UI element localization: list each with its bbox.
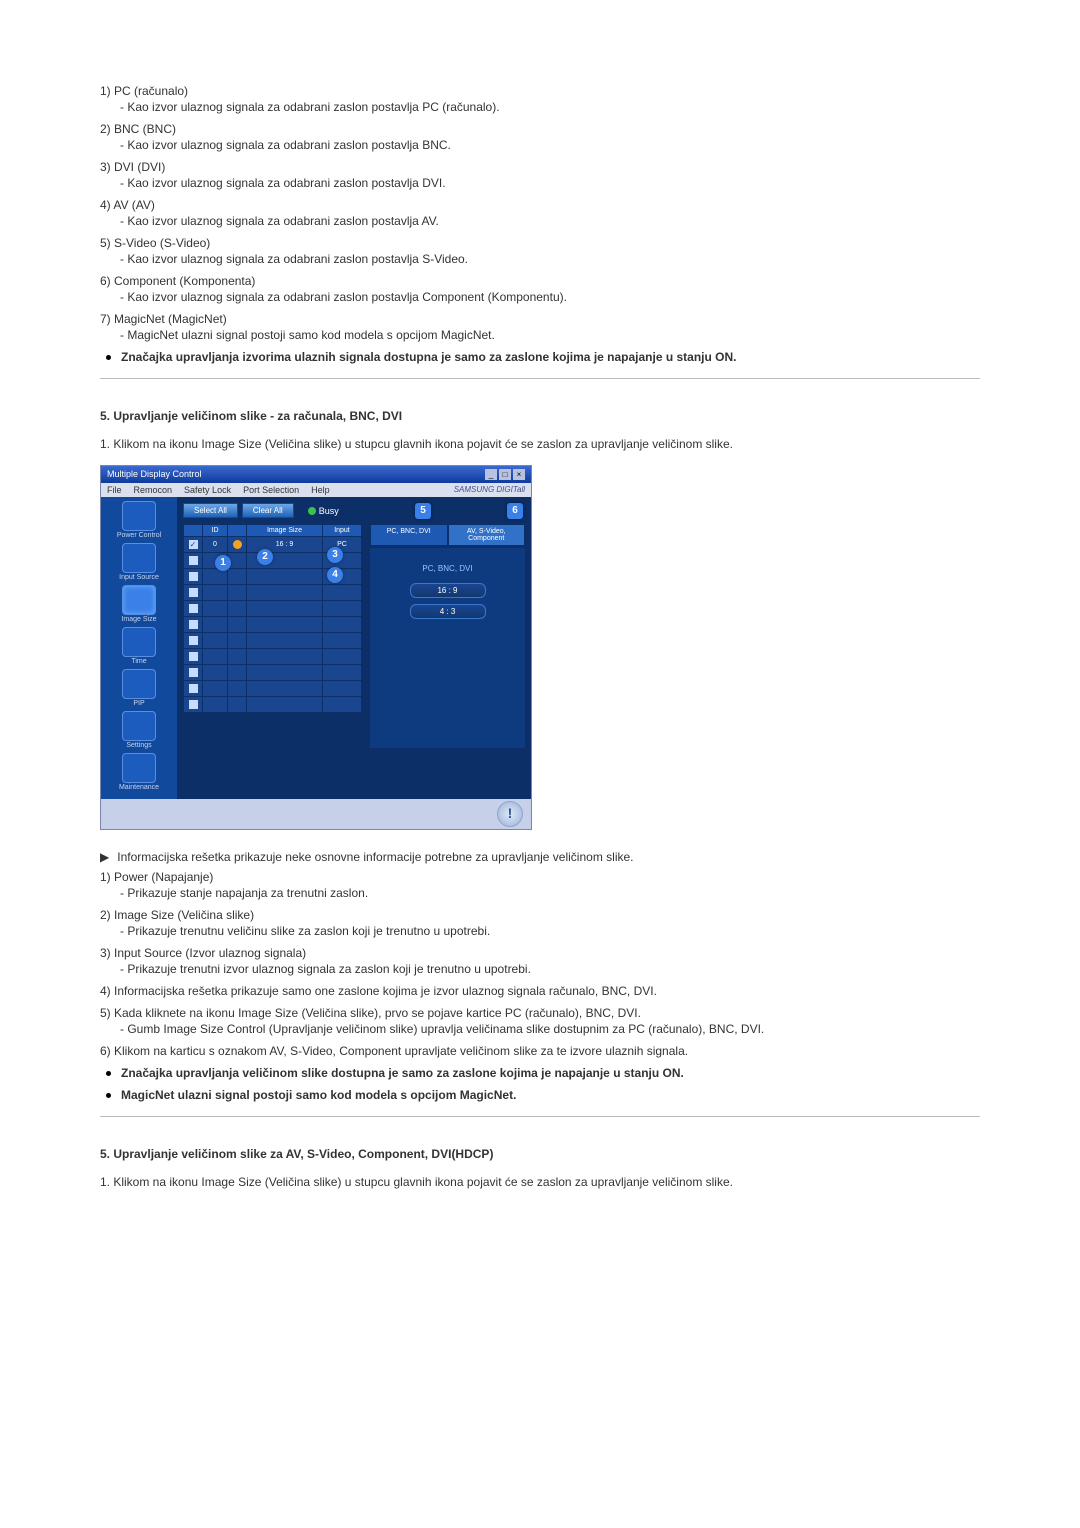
lower-6: 6) Klikom na karticu s oznakom AV, S-Vid… xyxy=(100,1044,980,1058)
source-list: 1) PC (računalo) Kao izvor ulaznog signa… xyxy=(100,84,980,342)
callout-2: 2 xyxy=(257,549,273,565)
side-settings[interactable]: Settings xyxy=(103,711,175,749)
divider xyxy=(100,378,980,379)
desc: Kao izvor ulaznog signala za odabrani za… xyxy=(120,100,980,114)
right-panel: PC, BNC, DVI AV, S-Video, Component PC, … xyxy=(370,524,525,748)
side-time[interactable]: Time xyxy=(103,627,175,665)
lower-3: 3) Input Source (Izvor ulaznog signala) … xyxy=(100,946,980,976)
menu-remocon[interactable]: Remocon xyxy=(134,485,173,495)
callout-3: 3 xyxy=(327,547,343,563)
item-svideo: 5) S-Video (S-Video) Kao izvor ulaznog s… xyxy=(100,236,980,266)
col-input: Input xyxy=(322,525,361,537)
info-arrow: ▶ Informacijska rešetka prikazuje neke o… xyxy=(100,850,980,864)
checkbox-icon[interactable] xyxy=(189,540,198,549)
lower-1: 1) Power (Napajanje) Prikazuje stanje na… xyxy=(100,870,980,900)
opt-16-9[interactable]: 16 : 9 xyxy=(410,583,486,598)
busy-icon xyxy=(308,507,316,515)
maximize-icon[interactable]: □ xyxy=(499,469,511,480)
col-id: ID xyxy=(203,525,228,537)
titlebar: Multiple Display Control _ □ × xyxy=(101,466,531,483)
sidebar: Power Control Input Source Image Size Ti… xyxy=(101,497,177,799)
lower-2: 2) Image Size (Veličina slike) Prikazuje… xyxy=(100,908,980,938)
title: PC (računalo) xyxy=(114,84,188,98)
menubar: File Remocon Safety Lock Port Selection … xyxy=(101,483,531,497)
lower-5: 5) Kada kliknete na ikonu Image Size (Ve… xyxy=(100,1006,980,1036)
select-all-button[interactable]: Select All xyxy=(183,503,238,518)
menu-safetylock[interactable]: Safety Lock xyxy=(184,485,231,495)
cell-size: 16 : 9 xyxy=(247,537,323,553)
brand-label: SAMSUNG DIGITall xyxy=(454,485,525,495)
lower-4: 4) Informacijska rešetka prikazuje samo … xyxy=(100,984,980,998)
item-component: 6) Component (Komponenta) Kao izvor ulaz… xyxy=(100,274,980,304)
col-size: Image Size xyxy=(247,525,323,537)
callout-1: 1 xyxy=(215,555,231,571)
menu-help[interactable]: Help xyxy=(311,485,330,495)
item-magicnet: 7) MagicNet (MagicNet) MagicNet ulazni s… xyxy=(100,312,980,342)
item-av: 4) AV (AV) Kao izvor ulaznog signala za … xyxy=(100,198,980,228)
busy-indicator: Busy xyxy=(308,506,339,516)
info-arrow-text: Informacijska rešetka prikazuje neke osn… xyxy=(117,850,633,864)
item-pc: 1) PC (računalo) Kao izvor ulaznog signa… xyxy=(100,84,980,114)
statusbar: ! xyxy=(101,799,531,829)
section-intro-a: 1. Klikom na ikonu Image Size (Veličina … xyxy=(100,437,980,451)
item-dvi: 3) DVI (DVI) Kao izvor ulaznog signala z… xyxy=(100,160,980,190)
minimize-icon[interactable]: _ xyxy=(485,469,497,480)
side-power[interactable]: Power Control xyxy=(103,501,175,539)
menu-portselection[interactable]: Port Selection xyxy=(243,485,299,495)
arrow-icon: ▶ xyxy=(100,850,109,864)
note-text: Značajka upravljanja izvorima ulaznih si… xyxy=(121,350,737,364)
opt-4-3[interactable]: 4 : 3 xyxy=(410,604,486,619)
side-pip[interactable]: PIP xyxy=(103,669,175,707)
clear-all-button[interactable]: Clear All xyxy=(242,503,294,518)
bullet-icon xyxy=(106,1071,111,1076)
main-panel: Select All Clear All Busy ID xyxy=(177,497,531,799)
bullet-icon xyxy=(106,1093,111,1098)
callout-5: 5 xyxy=(415,503,431,519)
item-bnc: 2) BNC (BNC) Kao izvor ulaznog signala z… xyxy=(100,122,980,152)
cell-id: 0 xyxy=(203,537,228,553)
note-imagesize: Značajka upravljanja veličinom slike dos… xyxy=(100,1066,980,1080)
section-intro-b: 1. Klikom na ikonu Image Size (Veličina … xyxy=(100,1175,980,1189)
window-title: Multiple Display Control xyxy=(107,469,202,480)
note-input-source: Značajka upravljanja izvorima ulaznih si… xyxy=(100,350,980,364)
section-title-a: 5. Upravljanje veličinom slike - za raču… xyxy=(100,409,980,423)
info-icon[interactable]: ! xyxy=(497,801,523,827)
section-title-b: 5. Upravljanje veličinom slike za AV, S-… xyxy=(100,1147,980,1161)
close-icon[interactable]: × xyxy=(513,469,525,480)
callout-6: 6 xyxy=(507,503,523,519)
menu-file[interactable]: File xyxy=(107,485,122,495)
panel-title: PC, BNC, DVI xyxy=(376,564,519,573)
app-window: Multiple Display Control _ □ × File Remo… xyxy=(100,465,532,830)
tab-pc-bnc-dvi[interactable]: PC, BNC, DVI xyxy=(370,524,448,546)
bullet-icon xyxy=(106,355,111,360)
tab-av-svideo-comp[interactable]: AV, S-Video, Component xyxy=(448,524,526,546)
num: 1) xyxy=(100,84,114,98)
callout-4: 4 xyxy=(327,567,343,583)
status-led-icon xyxy=(233,540,242,549)
side-input[interactable]: Input Source xyxy=(103,543,175,581)
divider xyxy=(100,1116,980,1117)
note-magicnet: MagicNet ulazni signal postoji samo kod … xyxy=(100,1088,980,1102)
side-maintenance[interactable]: Maintenance xyxy=(103,753,175,791)
side-imagesize[interactable]: Image Size xyxy=(103,585,175,623)
